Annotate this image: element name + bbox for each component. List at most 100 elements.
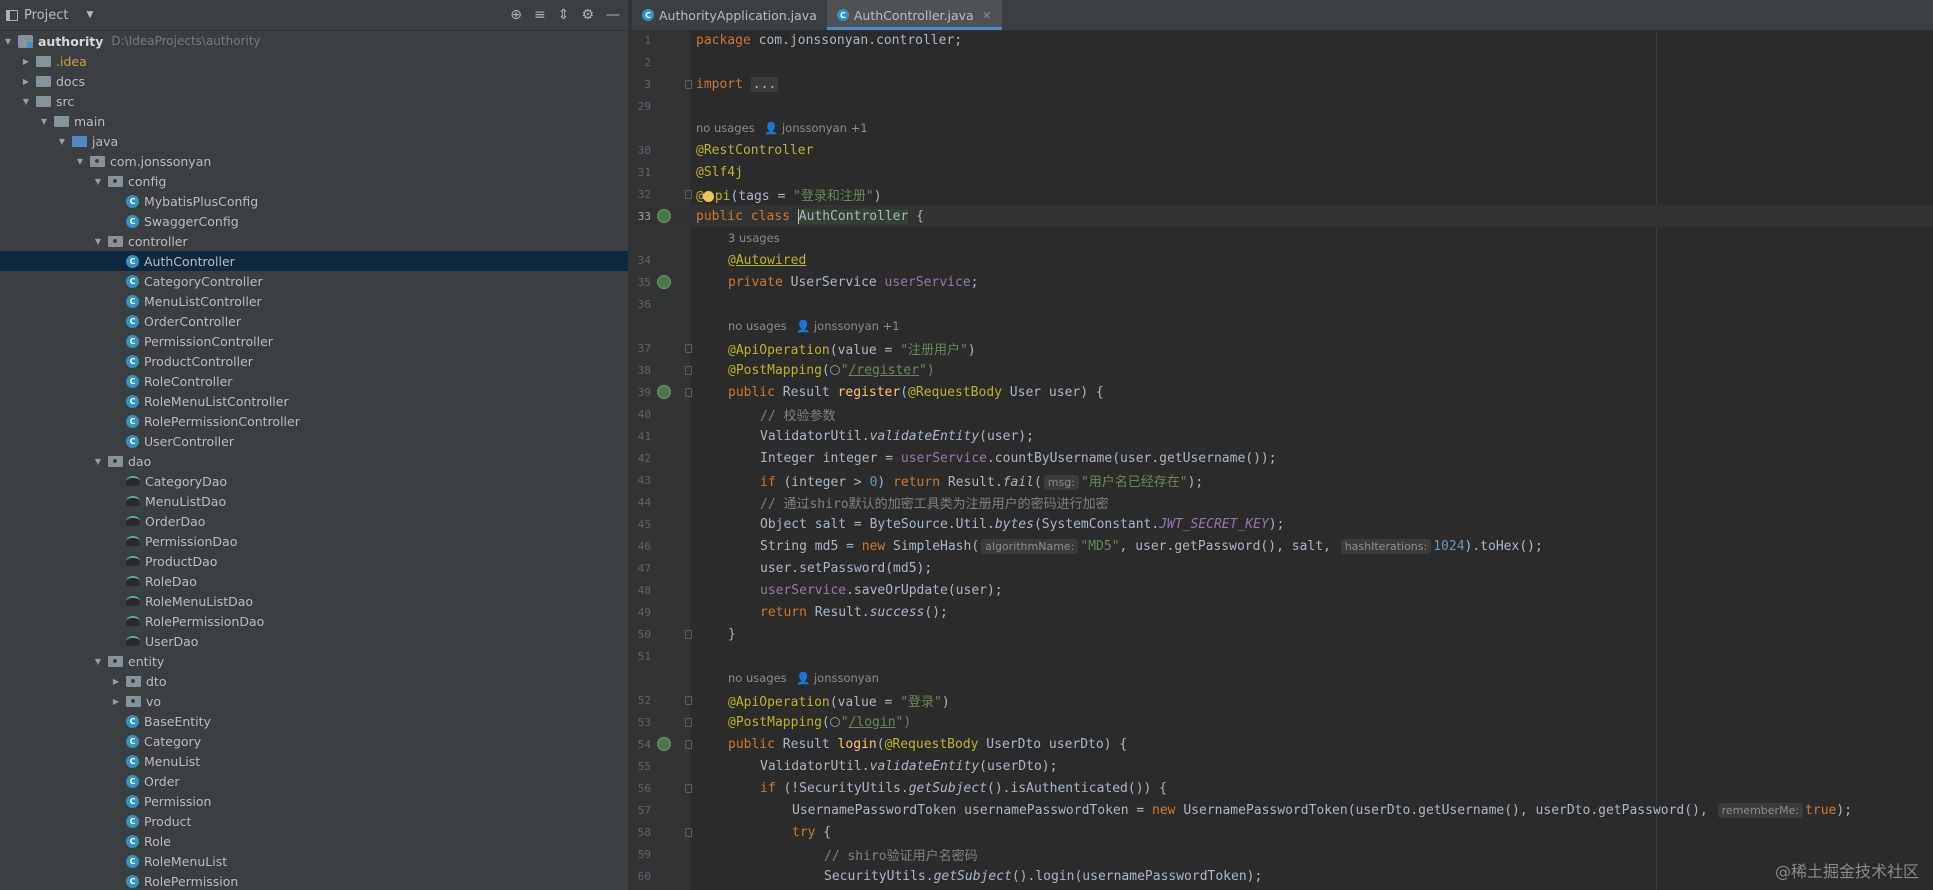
tree-item-ordercontroller[interactable]: C OrderController	[0, 311, 628, 331]
tree-item-categorydao[interactable]: CategoryDao	[0, 471, 628, 491]
tree-item-productdao[interactable]: ProductDao	[0, 551, 628, 571]
tree-item-permission[interactable]: C Permission	[0, 791, 628, 811]
fold-marker-icon[interactable]	[685, 79, 692, 89]
fold-marker-icon[interactable]	[685, 827, 692, 837]
tree-item-controller[interactable]: ▼ controller	[0, 231, 628, 251]
url-path[interactable]: /login	[849, 715, 896, 730]
tree-item-config[interactable]: ▼ config	[0, 171, 628, 191]
lightbulb-icon[interactable]	[702, 190, 714, 202]
usages-hint[interactable]: 3 usages	[728, 231, 780, 245]
usages-hint[interactable]: no usages	[728, 671, 787, 685]
tree-item-rolemenulistdao[interactable]: RoleMenuListDao	[0, 591, 628, 611]
tree-item-menulist[interactable]: C MenuList	[0, 751, 628, 771]
tree-item-dto[interactable]: ▶ dto	[0, 671, 628, 691]
fold-marker-icon[interactable]	[685, 387, 692, 397]
usages-hint[interactable]: no usages	[696, 121, 755, 135]
url-path[interactable]: /register	[849, 363, 919, 378]
tree-item-categorycontroller[interactable]: C CategoryController	[0, 271, 628, 291]
fold-marker-icon[interactable]	[685, 629, 692, 639]
minimize-icon[interactable]: —	[606, 7, 620, 23]
java-class-icon: C	[126, 194, 139, 208]
tree-item-rolepermissiondao[interactable]: RolePermissionDao	[0, 611, 628, 631]
tree-item-main[interactable]: ▼ main	[0, 111, 628, 131]
tree-item-order[interactable]: C Order	[0, 771, 628, 791]
endpoint-icon[interactable]	[657, 385, 671, 399]
chevron-right-icon[interactable]: ▶	[20, 77, 32, 86]
fold-marker-icon[interactable]	[685, 343, 692, 353]
chevron-down-icon[interactable]: ▼	[2, 37, 14, 46]
tree-item-rolepermission[interactable]: C RolePermission	[0, 871, 628, 890]
tree-item-dao[interactable]: ▼ dao	[0, 451, 628, 471]
chevron-down-icon[interactable]: ▼	[92, 177, 104, 186]
tree-item-product[interactable]: C Product	[0, 811, 628, 831]
folded-imports[interactable]: ...	[750, 76, 779, 92]
tree-item-docs[interactable]: ▶ docs	[0, 71, 628, 91]
fold-marker-icon[interactable]	[685, 189, 692, 199]
close-icon[interactable]: ×	[982, 8, 992, 22]
fold-marker-icon[interactable]	[685, 365, 692, 375]
chevron-down-icon[interactable]: ▼	[38, 117, 50, 126]
spring-bean-icon[interactable]	[657, 209, 671, 223]
tab-auth-controller[interactable]: C AuthController.java ×	[826, 0, 1002, 30]
chevron-down-icon[interactable]: ▼	[92, 237, 104, 246]
chevron-down-icon[interactable]: ▼	[92, 657, 104, 666]
tree-item-entity[interactable]: ▼ entity	[0, 651, 628, 671]
root-name: authority	[38, 33, 104, 49]
fold-marker-icon[interactable]	[685, 783, 692, 793]
code-line-current[interactable]: 33 public class AuthController {	[632, 205, 1933, 227]
fold-marker-icon[interactable]	[685, 739, 692, 749]
locate-icon[interactable]: ⊕	[510, 7, 522, 23]
tree-item-role[interactable]: C Role	[0, 831, 628, 851]
tree-item-rolepermissioncontroller[interactable]: C RolePermissionController	[0, 411, 628, 431]
tree-item-com-jonssonyan[interactable]: ▼ com.jonssonyan	[0, 151, 628, 171]
tree-item-category[interactable]: C Category	[0, 731, 628, 751]
tree-item-rolecontroller[interactable]: C RoleController	[0, 371, 628, 391]
tree-item-permissioncontroller[interactable]: C PermissionController	[0, 331, 628, 351]
endpoint-icon[interactable]	[657, 737, 671, 751]
globe-icon[interactable]	[829, 717, 840, 727]
fold-marker-icon[interactable]	[685, 717, 692, 727]
globe-icon[interactable]	[829, 365, 840, 375]
tree-item-productcontroller[interactable]: C ProductController	[0, 351, 628, 371]
chevron-right-icon[interactable]: ▶	[20, 57, 32, 66]
tree-item-rolemenulistcontroller[interactable]: C RoleMenuListController	[0, 391, 628, 411]
chevron-down-icon[interactable]: ▼	[92, 457, 104, 466]
chevron-down-icon[interactable]: ▼	[86, 10, 93, 20]
chevron-down-icon[interactable]: ▼	[20, 97, 32, 106]
tree-item-mybatisplusconfig[interactable]: C MybatisPlusConfig	[0, 191, 628, 211]
tree-item-baseentity[interactable]: C BaseEntity	[0, 711, 628, 731]
tree-item-rolemenulist[interactable]: C RoleMenuList	[0, 851, 628, 871]
tree-item-menulistdao[interactable]: MenuListDao	[0, 491, 628, 511]
expand-all-icon[interactable]: ≡	[534, 7, 546, 23]
author-hint[interactable]: 👤 jonssonyan	[796, 671, 879, 685]
chevron-right-icon[interactable]: ▶	[110, 697, 122, 706]
parameter-hint: rememberMe:	[1717, 802, 1804, 818]
tree-item-vo[interactable]: ▶ vo	[0, 691, 628, 711]
chevron-down-icon[interactable]: ▼	[56, 137, 68, 146]
tree-item-orderdao[interactable]: OrderDao	[0, 511, 628, 531]
tab-authority-application[interactable]: C AuthorityApplication.java	[632, 0, 827, 30]
tree-item-java[interactable]: ▼ java	[0, 131, 628, 151]
tree-item-authcontroller[interactable]: C AuthController	[0, 251, 628, 271]
tree-item-swaggerconfig[interactable]: C SwaggerConfig	[0, 211, 628, 231]
project-panel-title[interactable]: Project	[24, 8, 68, 23]
tree-item-src[interactable]: ▼ src	[0, 91, 628, 111]
fold-marker-icon[interactable]	[685, 695, 692, 705]
tree-item-usercontroller[interactable]: C UserController	[0, 431, 628, 451]
chevron-right-icon[interactable]: ▶	[110, 677, 122, 686]
tree-item--idea[interactable]: ▶ .idea	[0, 51, 628, 71]
spring-autowire-icon[interactable]	[657, 275, 671, 289]
tree-item-permissiondao[interactable]: PermissionDao	[0, 531, 628, 551]
comment: // 校验参数	[760, 408, 836, 424]
collapse-all-icon[interactable]: ⇕	[558, 7, 570, 23]
tree-item-menulistcontroller[interactable]: C MenuListController	[0, 291, 628, 311]
keyword: true	[1805, 802, 1837, 818]
usages-hint[interactable]: no usages	[728, 319, 787, 333]
tree-item-userdao[interactable]: UserDao	[0, 631, 628, 651]
author-hint[interactable]: 👤 jonssonyan +1	[764, 121, 868, 135]
gear-icon[interactable]: ⚙	[581, 7, 594, 23]
tree-root[interactable]: ▼ authority D:\IdeaProjects\authority	[0, 31, 628, 51]
chevron-down-icon[interactable]: ▼	[74, 157, 86, 166]
author-hint[interactable]: 👤 jonssonyan +1	[796, 319, 900, 333]
tree-item-roledao[interactable]: RoleDao	[0, 571, 628, 591]
